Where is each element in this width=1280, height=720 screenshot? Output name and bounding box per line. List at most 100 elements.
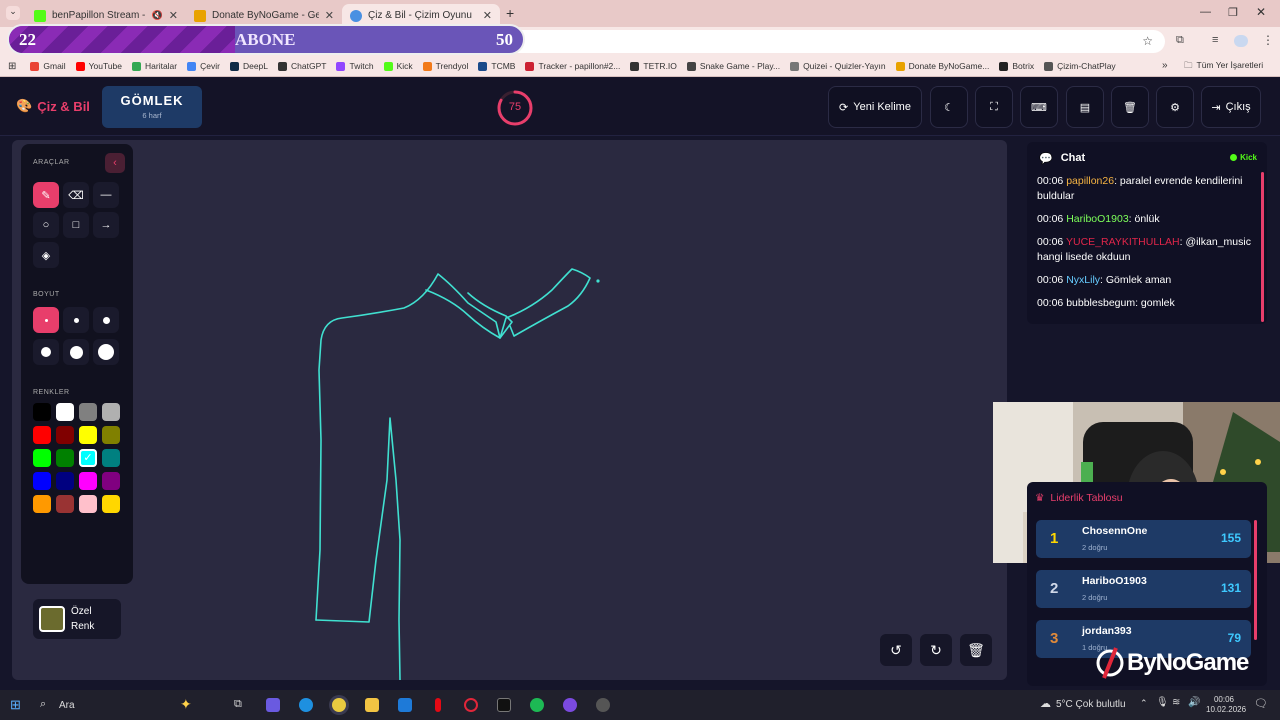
color-swatch-selected[interactable]: ✓ [79, 449, 97, 467]
tab-search-button[interactable]: ⌄ [6, 6, 20, 20]
bookmark-item[interactable]: Botrix [999, 61, 1034, 71]
color-swatch[interactable] [33, 449, 51, 467]
clear-button[interactable]: 🗑 [1111, 86, 1149, 128]
extensions-icon[interactable]: ⧉ [1176, 34, 1184, 47]
color-swatch[interactable] [79, 426, 97, 444]
windows-start-icon[interactable]: ⊞ [10, 697, 21, 713]
color-swatch[interactable] [79, 403, 97, 421]
color-swatch[interactable] [79, 495, 97, 513]
clear-canvas-button[interactable]: 🗑 [960, 634, 992, 666]
archive-button[interactable]: ▤ [1066, 86, 1104, 128]
close-window-button[interactable]: ✕ [1256, 5, 1266, 19]
bookmark-item[interactable]: TCMB [478, 61, 515, 71]
volume-icon[interactable]: 🔊 [1188, 697, 1200, 708]
close-tab-icon[interactable]: ✕ [325, 9, 334, 22]
new-word-button[interactable]: ⟳ Yeni Kelime [828, 86, 922, 128]
size-option-3[interactable] [93, 307, 119, 333]
color-swatch[interactable] [56, 426, 74, 444]
eraser-tool[interactable]: ⌫ [63, 182, 89, 208]
leaderboard-scrollbar[interactable] [1254, 520, 1257, 640]
arrow-tool[interactable]: → [93, 212, 119, 238]
maximize-button[interactable]: ❐ [1228, 6, 1238, 19]
task-view-icon[interactable]: ⧉ [234, 698, 242, 711]
color-swatch[interactable] [33, 426, 51, 444]
all-bookmarks-folder[interactable]: 🗀 Tüm Yer İşaretleri [1184, 60, 1263, 74]
size-option-4[interactable] [33, 339, 59, 365]
bookmark-item[interactable]: Trendyol [422, 61, 468, 71]
chat-username[interactable]: bubblesbegum [1066, 297, 1135, 309]
system-clock[interactable]: 00:06 10.02.2026 [1206, 695, 1246, 715]
size-option-6[interactable] [93, 339, 119, 365]
app-logo[interactable]: 🎨 Çiz & Bil [16, 98, 90, 114]
media-icon[interactable]: ≡ [1212, 34, 1218, 46]
color-swatch[interactable] [56, 472, 74, 490]
spotify-icon[interactable] [530, 698, 544, 712]
color-swatch[interactable] [33, 472, 51, 490]
bookmark-item[interactable]: Çizim-ChatPlay [1044, 61, 1116, 71]
dark-mode-button[interactable]: ☾ [930, 86, 968, 128]
new-tab-button[interactable]: + [506, 5, 514, 21]
bookmark-star-icon[interactable]: ☆ [1142, 34, 1153, 48]
color-swatch[interactable] [79, 472, 97, 490]
opera-icon[interactable] [464, 698, 478, 712]
chat-username[interactable]: HariboO1903 [1066, 213, 1128, 225]
color-swatch[interactable] [102, 403, 120, 421]
bookmark-item[interactable]: Donate ByNoGame... [895, 61, 989, 71]
settings-button[interactable]: ⚙ [1156, 86, 1194, 128]
chat-username[interactable]: YUCE_RAYKITHULLAH [1066, 236, 1180, 248]
bookmark-item[interactable]: Gmail [30, 61, 66, 71]
menu-icon[interactable]: ⋮ [1262, 33, 1274, 47]
bookmark-item[interactable]: DeepL [229, 61, 268, 71]
circle-tool[interactable]: ○ [33, 212, 59, 238]
keyboard-button[interactable]: ⌨ [1020, 86, 1058, 128]
apps-grid-icon[interactable]: ⊞ [8, 61, 16, 72]
bookmark-item[interactable]: YouTube [75, 61, 122, 71]
wifi-icon[interactable]: ≋ [1172, 697, 1180, 708]
capcut-icon[interactable] [497, 698, 511, 712]
more-bookmarks-button[interactable]: » [1162, 60, 1168, 71]
bookmark-item[interactable]: Çevir [187, 61, 220, 71]
custom-color-button[interactable]: Özel Renk [33, 599, 121, 639]
minimize-button[interactable]: — [1200, 6, 1211, 18]
bookmark-item[interactable]: Kick [383, 61, 413, 71]
rectangle-tool[interactable]: □ [63, 212, 89, 238]
redo-button[interactable]: ↻ [920, 634, 952, 666]
edge-icon[interactable] [299, 698, 313, 712]
drawing-canvas[interactable]: ↺ ↻ 🗑 [12, 140, 1007, 681]
color-swatch[interactable] [102, 495, 120, 513]
mail-icon[interactable] [398, 698, 412, 712]
tray-chevron-icon[interactable]: ⌃ [1140, 698, 1148, 709]
chrome-icon[interactable] [332, 698, 346, 712]
size-option-5[interactable] [63, 339, 89, 365]
color-swatch[interactable] [102, 472, 120, 490]
obs-icon[interactable] [563, 698, 577, 712]
search-icon[interactable]: ⌕ [40, 698, 46, 711]
color-swatch[interactable] [102, 449, 120, 467]
color-swatch[interactable] [33, 495, 51, 513]
bookmark-item[interactable]: Twitch [336, 61, 374, 71]
close-tab-icon[interactable]: ✕ [483, 9, 492, 22]
profile-avatar[interactable] [1234, 35, 1248, 47]
chat-username[interactable]: papillon26 [1066, 175, 1114, 187]
bookmark-item[interactable]: Tracker - papillon#2... [525, 61, 620, 71]
close-tab-icon[interactable]: ✕ [169, 9, 178, 22]
bookmark-item[interactable]: Snake Game - Play... [686, 61, 780, 71]
chat-scrollbar[interactable] [1261, 172, 1264, 322]
collapse-panel-button[interactable]: ‹ [105, 153, 125, 173]
undo-button[interactable]: ↺ [880, 634, 912, 666]
chat-username[interactable]: NyxLily [1066, 274, 1100, 286]
bookmark-item[interactable]: ChatGPT [278, 61, 326, 71]
size-option-1[interactable] [33, 307, 59, 333]
fullscreen-button[interactable]: ⛶ [975, 86, 1013, 128]
muted-icon[interactable]: 🔇 [152, 10, 163, 21]
color-swatch[interactable] [33, 403, 51, 421]
mic-icon[interactable]: 🎙 [1156, 697, 1169, 708]
color-swatch[interactable] [56, 403, 74, 421]
fill-tool[interactable]: ◈ [33, 242, 59, 268]
notifications-icon[interactable]: 🗨 [1254, 697, 1268, 710]
copilot-sparkle-icon[interactable]: ✦ [180, 696, 192, 713]
file-explorer-icon[interactable] [365, 698, 379, 712]
app-icon[interactable] [596, 698, 610, 712]
bookmark-item[interactable]: TETR.IO [630, 61, 677, 71]
exit-button[interactable]: ⇥ Çıkış [1201, 86, 1261, 128]
